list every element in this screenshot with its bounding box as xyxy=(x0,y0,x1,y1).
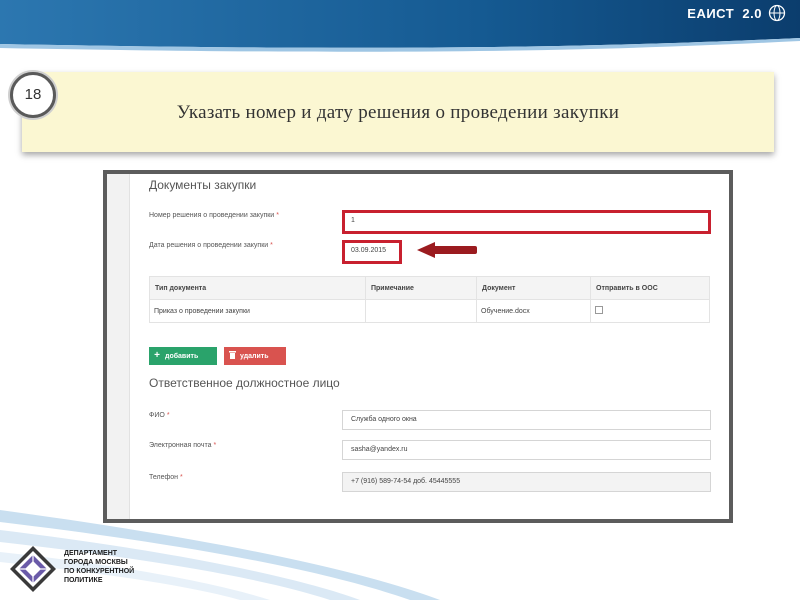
col-header-type: Тип документа xyxy=(149,276,366,300)
department-name: ДЕПАРТАМЕНТ ГОРОДА МОСКВЫ ПО КОНКУРЕНТНО… xyxy=(64,550,135,584)
cell-type: Приказ о проведении закупки xyxy=(149,299,366,323)
decision-date-label: Дата решения о проведении закупки * xyxy=(149,242,273,249)
table-header-row: Тип документа Примечание Документ Отправ… xyxy=(149,276,710,300)
globe-icon xyxy=(768,4,786,22)
delete-button[interactable]: удалить xyxy=(224,347,286,365)
email-label: Электронная почта * xyxy=(149,442,217,449)
fio-label: ФИО * xyxy=(149,412,170,419)
phone-field[interactable]: +7 (916) 589-74-54 доб. 45445555 xyxy=(342,472,711,492)
col-header-document: Документ xyxy=(476,276,591,300)
decision-date-value: 03.09.2015 xyxy=(351,247,387,254)
section-responsible-title: Ответственное должностное лицо xyxy=(149,376,340,390)
email-field[interactable]: sasha@yandex.ru xyxy=(342,440,711,460)
slide-number-badge: 18 xyxy=(10,72,56,118)
trash-icon xyxy=(224,347,240,365)
add-button[interactable]: + добавить xyxy=(149,347,217,365)
department-logo-icon xyxy=(10,546,56,592)
decision-date-input[interactable]: 03.09.2015 xyxy=(342,240,402,264)
email-value: sasha@yandex.ru xyxy=(351,446,408,453)
table-row[interactable]: Приказ о проведении закупки Обучение.doc… xyxy=(149,299,710,323)
left-gutter xyxy=(107,174,130,519)
arrow-left-icon xyxy=(417,242,477,258)
title-card: Указать номер и дату решения о проведени… xyxy=(22,72,774,152)
cell-document[interactable]: Обучение.docx xyxy=(476,299,591,323)
screenshot-frame: Документы закупки Номер решения о провед… xyxy=(103,170,733,523)
brand-label: ЕАИСТ 2.0 xyxy=(687,6,762,21)
phone-value: +7 (916) 589-74-54 доб. 45445555 xyxy=(351,478,461,485)
screenshot: Документы закупки Номер решения о провед… xyxy=(107,174,729,519)
send-to-oos-checkbox[interactable] xyxy=(595,306,603,314)
decision-number-label: Номер решения о проведении закупки * xyxy=(149,212,279,219)
col-header-note: Примечание xyxy=(365,276,477,300)
fio-value: Служба одного окна xyxy=(351,416,417,423)
slide-title: Указать номер и дату решения о проведени… xyxy=(176,102,620,123)
plus-icon: + xyxy=(154,350,160,361)
cell-note xyxy=(365,299,477,323)
section-documents-title: Документы закупки xyxy=(149,178,257,192)
decision-number-value: 1 xyxy=(351,217,355,224)
col-header-send: Отправить в ООС xyxy=(590,276,710,300)
header-bar: ЕАИСТ 2.0 xyxy=(0,0,800,56)
phone-label: Телефон * xyxy=(149,474,183,481)
documents-table: Тип документа Примечание Документ Отправ… xyxy=(149,276,710,323)
cell-send xyxy=(590,299,710,323)
fio-field[interactable]: Служба одного окна xyxy=(342,410,711,430)
decision-number-input[interactable]: 1 xyxy=(342,210,711,234)
